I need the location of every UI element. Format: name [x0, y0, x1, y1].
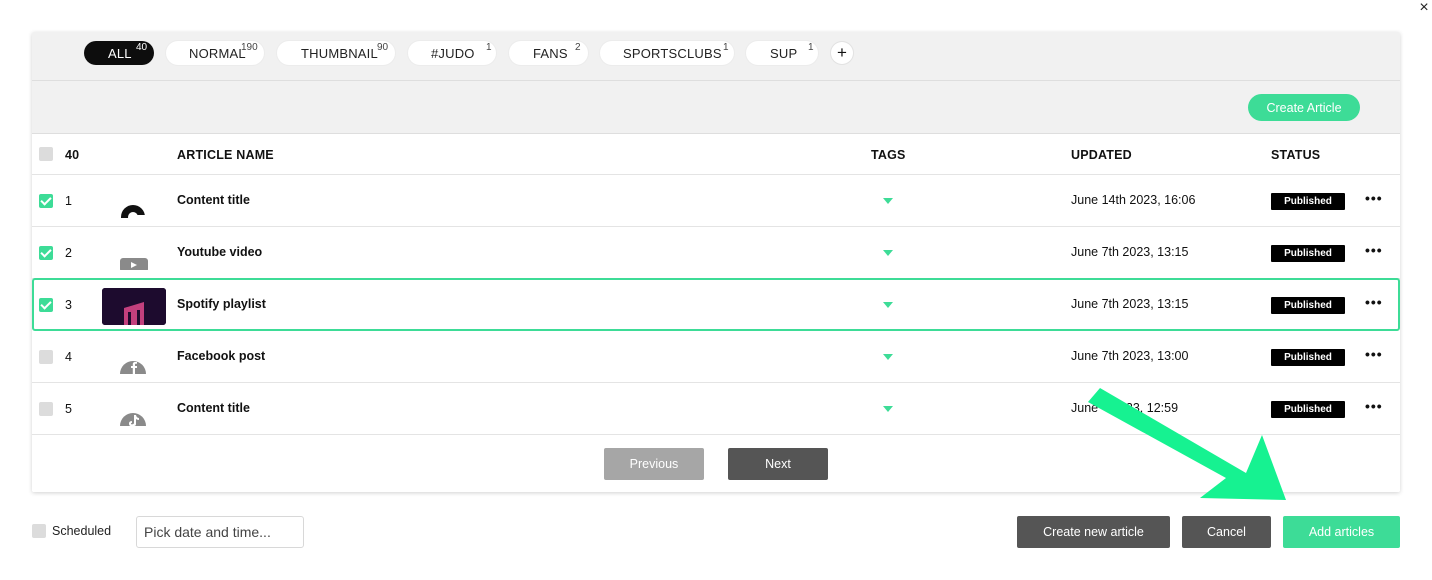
date-time-input[interactable]: [136, 516, 304, 548]
tag-chip-count: 90: [377, 42, 389, 53]
tag-chip-label: FANS: [533, 46, 568, 61]
row-number: 5: [65, 402, 72, 416]
tag-chip-label: ALL: [108, 46, 132, 61]
tag-chip-count: 1: [486, 42, 492, 53]
row-number: 1: [65, 194, 72, 208]
status-badge: Published: [1271, 349, 1345, 366]
tag-chip-fans[interactable]: FANS 2: [509, 41, 588, 65]
tag-chip-count: 1: [808, 42, 814, 53]
tags-dropdown-icon[interactable]: [883, 250, 893, 256]
more-options-icon[interactable]: •••: [1365, 347, 1383, 361]
tag-chip-count: 2: [575, 42, 581, 53]
article-name: Spotify playlist: [177, 297, 266, 311]
tag-filter-bar: ALL 40 NORMAL 190 THUMBNAIL 90 #JUDO 1 F…: [32, 32, 1400, 81]
tags-dropdown-icon[interactable]: [883, 406, 893, 412]
close-icon[interactable]: ×: [1414, 0, 1432, 16]
create-article-button[interactable]: Create Article: [1248, 94, 1360, 121]
tags-dropdown-icon[interactable]: [883, 198, 893, 204]
more-options-icon[interactable]: •••: [1365, 243, 1383, 257]
article-name: Content title: [177, 401, 250, 415]
table-row[interactable]: 2 Youtube video June 7th 2023, 13:15 Pub…: [32, 227, 1400, 279]
scheduled-label: Scheduled: [52, 524, 112, 538]
article-name: Facebook post: [177, 349, 266, 363]
cancel-button[interactable]: Cancel: [1182, 516, 1271, 548]
tag-chip-label: #JUDO: [431, 46, 475, 61]
tag-chip-label: NORMAL: [189, 46, 246, 61]
article-picker-panel: ALL 40 NORMAL 190 THUMBNAIL 90 #JUDO 1 F…: [32, 32, 1400, 492]
gauge-icon: [120, 202, 148, 218]
status-badge: Published: [1271, 297, 1345, 314]
row-checkbox[interactable]: [39, 402, 53, 416]
column-header-updated[interactable]: UPDATED: [1071, 148, 1132, 162]
tag-chip-count: 1: [723, 42, 729, 53]
add-articles-button[interactable]: Add articles: [1283, 516, 1400, 548]
updated-date: June 7th 2023, 13:00: [1071, 349, 1189, 363]
tag-chip-count: 40: [136, 42, 148, 53]
updated-date: June 7th 2023, 13:15: [1071, 297, 1189, 311]
tag-chip-label: THUMBNAIL: [301, 46, 378, 61]
tag-chip-label: SUP: [770, 46, 798, 61]
updated-date: June 2023, 12:59: [1071, 401, 1179, 415]
table-row[interactable]: 3 Spotify playlist June 7th 2023, 13:15 …: [32, 278, 1400, 331]
row-checkbox[interactable]: [39, 350, 53, 364]
table-row[interactable]: 4 Facebook post June 7th 2023, 13:00 Pub…: [32, 331, 1400, 383]
table-row[interactable]: 5 Content title June 2023, 12:59 Publish…: [32, 383, 1400, 435]
row-count-header: 40: [65, 148, 80, 162]
table-row[interactable]: 1 Content title June 14th 2023, 16:06 Pu…: [32, 175, 1400, 227]
row-checkbox[interactable]: [39, 246, 53, 260]
row-checkbox[interactable]: [39, 298, 53, 312]
tag-chip-sportsclubs[interactable]: SPORTSCLUBS 1: [600, 41, 734, 65]
pagination: Previous Next: [32, 436, 1400, 492]
updated-date: June 14th 2023, 16:06: [1071, 193, 1196, 207]
more-options-icon[interactable]: •••: [1365, 191, 1383, 205]
previous-page-button[interactable]: Previous: [604, 448, 704, 480]
facebook-icon: [120, 358, 148, 374]
status-badge: Published: [1271, 401, 1345, 418]
tag-chip-label: SPORTSCLUBS: [623, 46, 722, 61]
column-header-status[interactable]: STATUS: [1271, 148, 1320, 162]
status-badge: Published: [1271, 193, 1345, 210]
youtube-icon: [120, 254, 148, 270]
more-options-icon[interactable]: •••: [1365, 399, 1383, 413]
tag-chip-normal[interactable]: NORMAL 190: [166, 41, 264, 65]
create-new-article-button[interactable]: Create new article: [1017, 516, 1170, 548]
status-badge: Published: [1271, 245, 1345, 262]
article-name: Content title: [177, 193, 250, 207]
tag-chip-count: 190: [241, 42, 258, 53]
tag-chip-judo[interactable]: #JUDO 1: [408, 41, 496, 65]
tags-dropdown-icon[interactable]: [883, 354, 893, 360]
tiktok-icon: [120, 410, 148, 426]
tag-chip-thumbnail[interactable]: THUMBNAIL 90: [277, 41, 395, 65]
more-options-icon[interactable]: •••: [1365, 295, 1383, 309]
row-number: 3: [65, 298, 72, 312]
column-header-tags[interactable]: TAGS: [871, 148, 906, 162]
updated-date: June 7th 2023, 13:15: [1071, 245, 1189, 259]
select-all-checkbox[interactable]: [39, 147, 53, 161]
playlist-thumbnail: [102, 288, 166, 325]
tags-dropdown-icon[interactable]: [883, 302, 893, 308]
add-tag-button[interactable]: +: [831, 42, 853, 64]
column-header-article-name[interactable]: ARTICLE NAME: [177, 148, 274, 162]
row-number: 4: [65, 350, 72, 364]
table-header: 40 ARTICLE NAME TAGS UPDATED STATUS: [32, 134, 1400, 175]
tag-chip-all[interactable]: ALL 40: [84, 41, 154, 65]
table-action-bar: Create Article: [32, 81, 1400, 134]
tag-chip-sup[interactable]: SUP 1: [746, 41, 818, 65]
row-number: 2: [65, 246, 72, 260]
scheduled-checkbox[interactable]: [32, 524, 46, 538]
next-page-button[interactable]: Next: [728, 448, 828, 480]
article-name: Youtube video: [177, 245, 263, 259]
row-checkbox[interactable]: [39, 194, 53, 208]
